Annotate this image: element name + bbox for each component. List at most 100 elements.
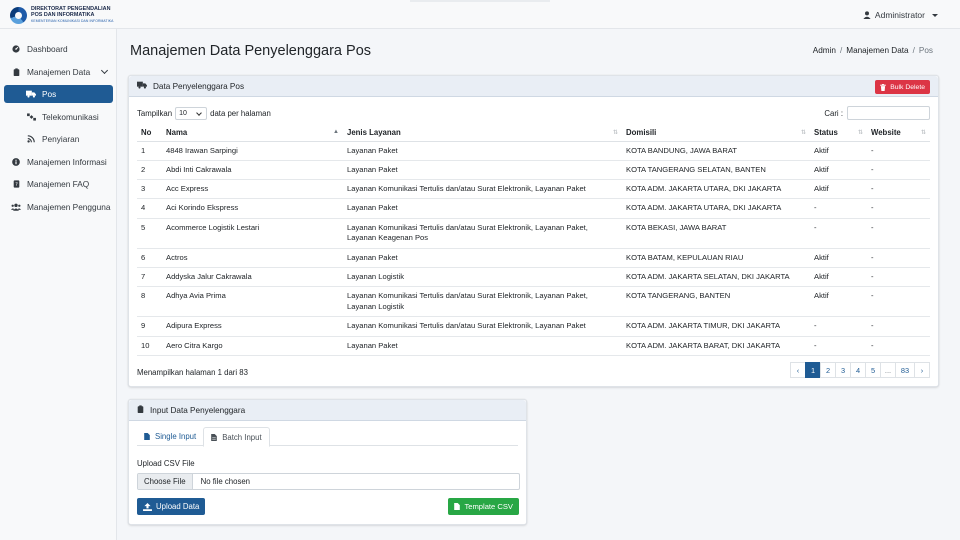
sidebar-item-label: Manajemen Data	[27, 67, 91, 77]
table-row[interactable]: 9 Adipura Express Layanan Komunikasi Tertu…	[137, 316, 930, 337]
cell-no: 3	[137, 179, 162, 200]
table-row[interactable]: 3 Acc Express Layanan Komunikasi Tertulis …	[137, 179, 930, 200]
bulk-delete-button[interactable]: Bulk Delete	[875, 80, 930, 94]
cell-jenis-layanan: Layanan Komunikasi Tertulis dan/atau Sur…	[343, 179, 622, 200]
tab-batch-input[interactable]: Batch Input	[203, 427, 270, 447]
pagination-prev[interactable]: ‹	[790, 362, 806, 378]
pagination-next[interactable]: ›	[914, 362, 930, 378]
cell-nama: Actros	[162, 248, 343, 268]
table-row[interactable]: 10 Aero Citra Kargo Layanan Paket KOTA ADM.…	[137, 336, 930, 356]
table-row[interactable]: 8 Adhya Avia Prima Layanan Komunikasi Tert…	[137, 286, 930, 318]
user-menu[interactable]: Administrator	[863, 10, 938, 20]
clipboard-icon	[11, 68, 21, 76]
cell-nama: Acommerce Logistik Lestari	[162, 218, 343, 249]
cell-status: -	[810, 198, 867, 219]
sidebar-item-label: Pos	[42, 89, 57, 99]
show-suffix: data per halaman	[210, 109, 271, 118]
pagination-page-1[interactable]: 1	[805, 362, 821, 378]
pagination-page-2[interactable]: 2	[820, 362, 836, 378]
column-header-jenis-layanan[interactable]: Jenis Layanan ⇅	[343, 125, 622, 142]
dashboard-icon	[11, 45, 21, 53]
search-input[interactable]	[847, 106, 930, 120]
choose-file-button[interactable]: Choose File	[138, 474, 193, 489]
sidebar-item-telekomunikasi[interactable]: Telekomunikasi	[4, 108, 113, 126]
data-card: Data Penyelenggara Pos Bulk Delete Tampi…	[128, 75, 939, 387]
sidebar-item-pos[interactable]: Pos	[4, 85, 113, 103]
column-header-domisili[interactable]: Domisili ⇅	[622, 125, 810, 142]
breadcrumb: Admin / Manajemen Data / Pos	[813, 46, 933, 55]
sidebar-item-dashboard[interactable]: Dashboard	[4, 40, 113, 58]
cell-status: Aktif	[810, 160, 867, 181]
input-card: Input Data Penyelenggara Single Input Ba…	[128, 399, 527, 525]
template-csv-button[interactable]: Template CSV	[448, 498, 519, 515]
cell-website: -	[867, 248, 930, 268]
cell-website: -	[867, 286, 930, 318]
cell-website: -	[867, 198, 930, 219]
users-icon	[11, 203, 21, 211]
sidebar-item-penyiaran[interactable]: Penyiaran	[4, 130, 113, 148]
cell-no: 10	[137, 336, 162, 356]
satellite-icon	[26, 113, 36, 121]
breadcrumb-admin[interactable]: Admin	[813, 46, 836, 55]
info-icon	[11, 158, 21, 166]
cell-jenis-layanan: Layanan Paket	[343, 160, 622, 181]
pagination-page-4[interactable]: 4	[850, 362, 866, 378]
cell-jenis-layanan: Layanan Komunikasi Tertulis dan/atau Sur…	[343, 218, 622, 249]
cell-no: 7	[137, 267, 162, 288]
breadcrumb-manajemen-data[interactable]: Manajemen Data	[846, 46, 908, 55]
pagination-page-5[interactable]: 5	[865, 362, 881, 378]
pagination-page-83[interactable]: 83	[895, 362, 915, 378]
table-row[interactable]: 2 Abdi Inti Cakrawala Layanan Paket KOTA TA…	[137, 160, 930, 181]
column-header-nama[interactable]: Nama ▲	[162, 125, 343, 142]
input-card-title: Input Data Penyelenggara	[150, 405, 246, 415]
cell-jenis-layanan: Layanan Komunikasi Tertulis dan/atau Sur…	[343, 316, 622, 337]
pagination-page-3[interactable]: 3	[835, 362, 851, 378]
file-csv-icon	[454, 503, 461, 510]
cell-domisili: KOTA TANGERANG, BANTEN	[622, 286, 810, 318]
caret-down-icon	[932, 13, 938, 17]
brand-logo[interactable]: DIREKTORAT PENGENDALIAN POS DAN INFORMAT…	[10, 6, 113, 24]
column-header-no[interactable]: No	[137, 125, 162, 142]
input-tabs: Single Input Batch Input	[137, 427, 518, 447]
show-prefix: Tampilkan	[137, 109, 173, 118]
sidebar-item-manajemen-informasi[interactable]: Manajemen Informasi	[4, 153, 113, 171]
upload-data-button[interactable]: Upload Data	[137, 498, 206, 515]
table-row[interactable]: 4 Aci Korindo Ekspress Layanan Paket KOTA A…	[137, 198, 930, 219]
table-row[interactable]: 7 Addyska Jalur Cakrawala Layanan Logistik…	[137, 267, 930, 288]
file-status: No file chosen	[200, 477, 251, 486]
cell-no: 6	[137, 248, 162, 268]
sidebar-item-manajemen-data[interactable]: Manajemen Data	[4, 63, 113, 81]
page-length-select[interactable]: 10	[175, 107, 208, 120]
cell-nama: Aero Citra Kargo	[162, 336, 343, 356]
pos-table: No Nama ▲ Jenis Layanan ⇅ Domisili ⇅ Status…	[137, 125, 930, 356]
table-row[interactable]: 6 Actros Layanan Paket KOTA BATAM, KEPULAUA…	[137, 248, 930, 268]
table-search: Cari :	[824, 106, 930, 120]
user-icon	[863, 11, 871, 19]
tab-single-input[interactable]: Single Input	[137, 427, 203, 446]
table-row[interactable]: 1 4848 Irawan Sarpingi Layanan Paket KOTA B…	[137, 141, 930, 161]
cell-domisili: KOTA BATAM, KEPULAUAN RIAU	[622, 248, 810, 268]
sidebar-item-manajemen-faq[interactable]: ? Manajemen FAQ	[4, 175, 113, 193]
cell-nama: Acc Express	[162, 179, 343, 200]
sort-asc-icon: ▲	[333, 129, 339, 135]
column-header-status[interactable]: Status ⇅	[810, 125, 867, 142]
cell-website: -	[867, 141, 930, 161]
cell-status: -	[810, 336, 867, 356]
sidebar-item-label: Manajemen Informasi	[27, 157, 107, 167]
cell-jenis-layanan: Layanan Paket	[343, 336, 622, 356]
cell-website: -	[867, 179, 930, 200]
table-header-row: No Nama ▲ Jenis Layanan ⇅ Domisili ⇅ Status…	[137, 125, 930, 142]
cell-website: -	[867, 160, 930, 181]
page-length-value: 10	[179, 110, 187, 117]
cell-jenis-layanan: Layanan Paket	[343, 248, 622, 268]
table-row[interactable]: 5 Acommerce Logistik Lestari Layanan Komun…	[137, 218, 930, 249]
sidebar-item-manajemen-pengguna[interactable]: Manajemen Pengguna	[4, 198, 113, 216]
cell-website: -	[867, 218, 930, 249]
csv-file-input[interactable]: Choose File No file chosen	[137, 473, 520, 490]
sidebar-item-label: Manajemen FAQ	[27, 179, 90, 189]
trash-icon	[880, 83, 887, 91]
file-lines-icon	[211, 433, 217, 441]
cell-domisili: KOTA ADM. JAKARTA BARAT, DKI JAKARTA	[622, 336, 810, 356]
column-header-website[interactable]: Website ⇅	[867, 125, 930, 142]
cell-nama: Addyska Jalur Cakrawala	[162, 267, 343, 288]
